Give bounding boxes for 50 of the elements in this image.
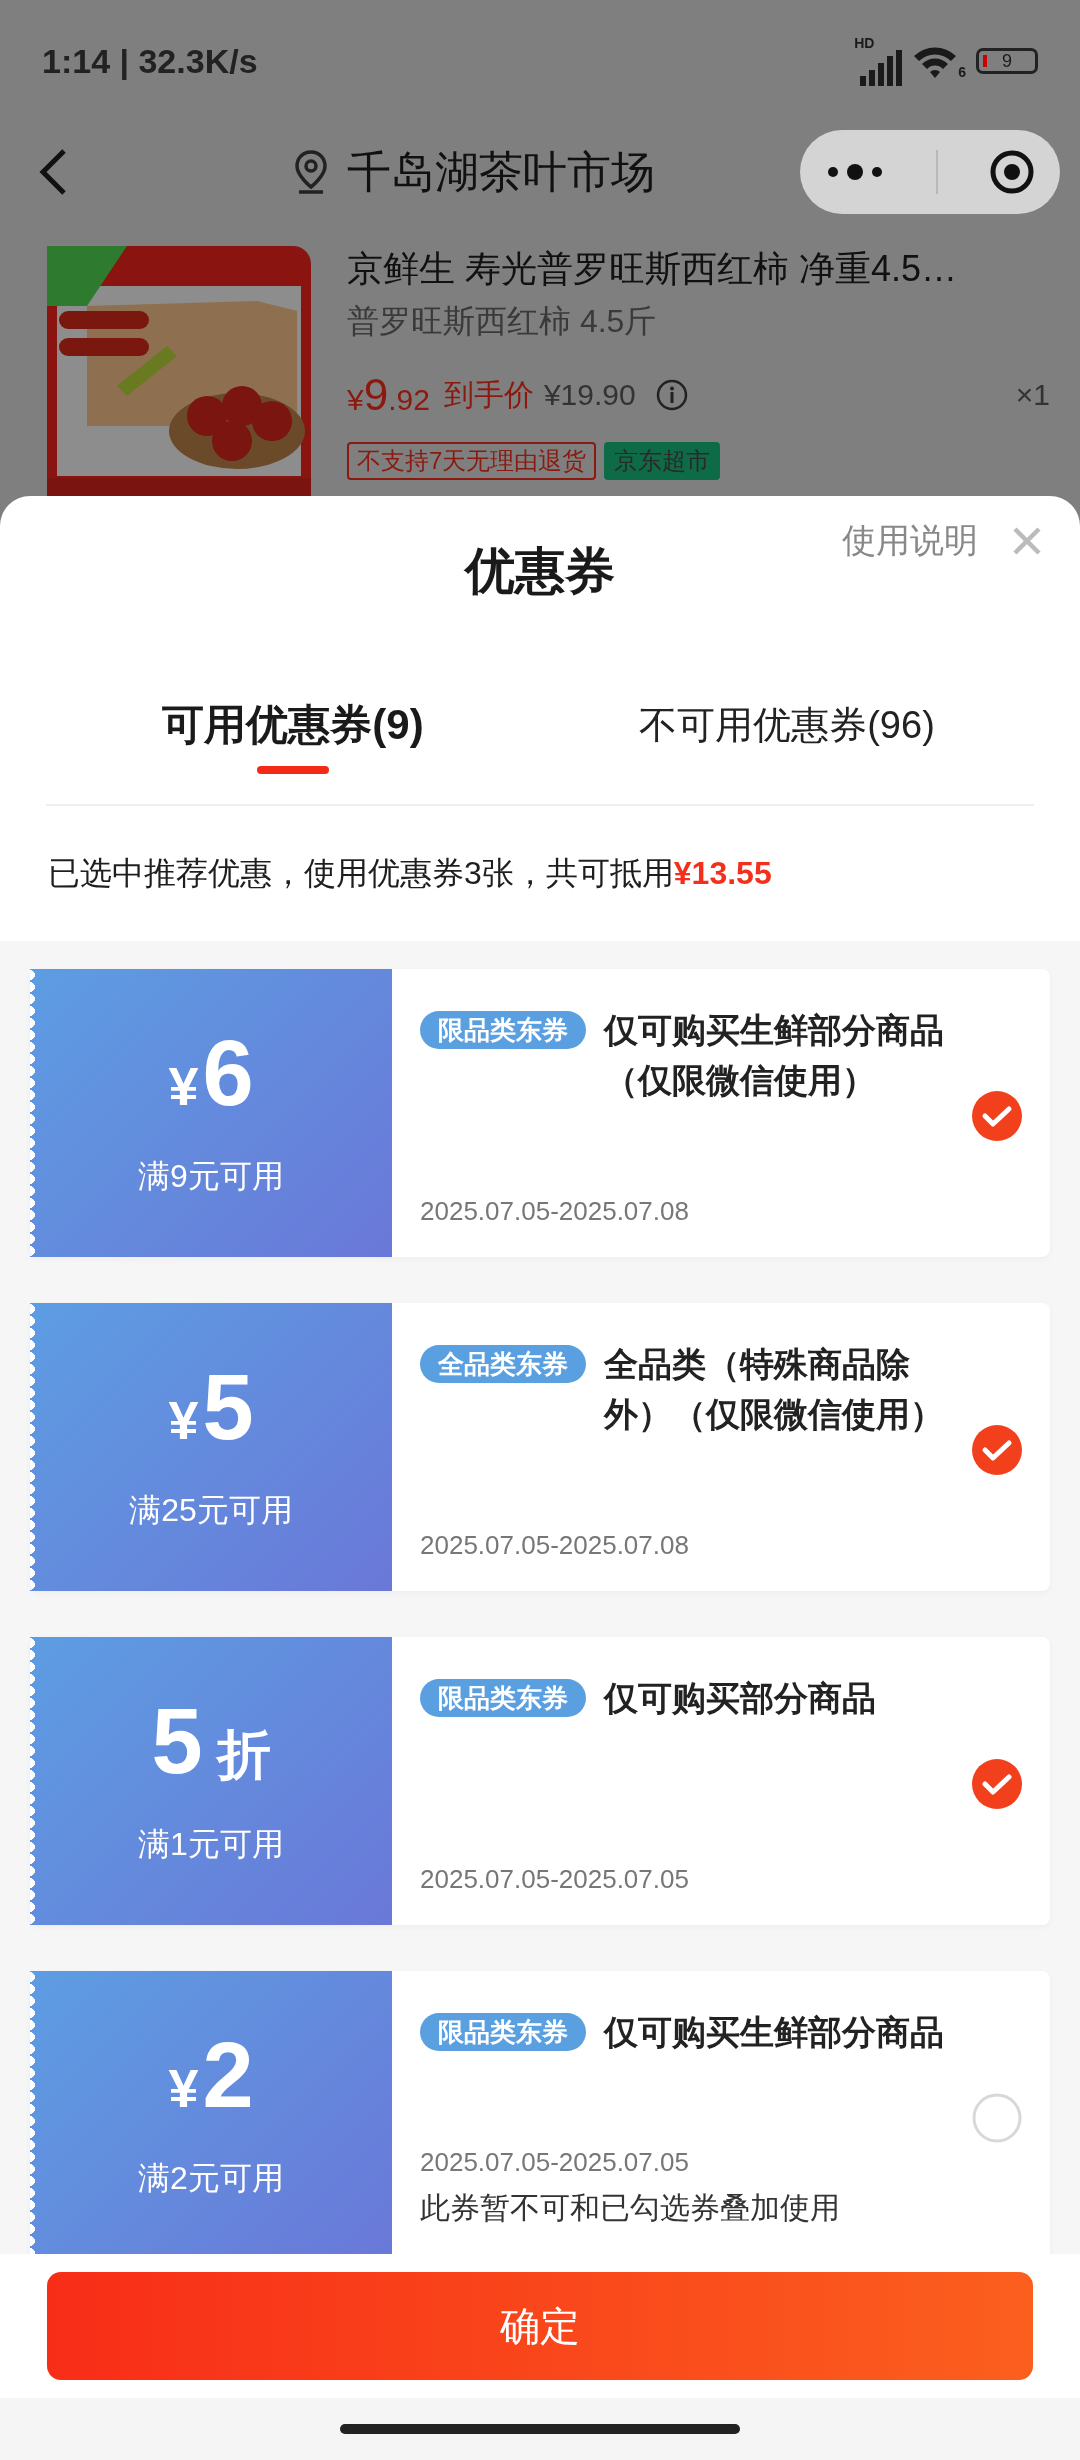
coupon-card[interactable]: ¥5 满25元可用 全品类东券 全品类（特殊商品除外）（仅限微信使用） 2025.07.05-2025.07.08 [30,1303,1050,1591]
coupon-date: 2025.07.05-2025.07.05 [420,2147,690,2178]
coupon-card[interactable]: 5 折 满1元可用 限品类东券 仅可购买部分商品 2025.07.05-2025.07.05 [30,1637,1050,1925]
status-time: 1:14 | 32.3K/s [42,41,258,81]
target-icon[interactable] [988,149,1035,195]
info-icon[interactable] [655,379,688,411]
tab[interactable]: 可用优惠券(9) [46,646,540,804]
checkbox[interactable] [972,1759,1022,1809]
coupon-amount: ¥2 [168,2029,254,2121]
checkbox[interactable] [972,2093,1022,2143]
confirm-button[interactable]: 确定 [47,2272,1033,2380]
coupon-note: 此券暂不可和已勾选券叠加使用 [420,2190,841,2226]
back-icon[interactable] [38,148,68,196]
coupon-amount: 5 折 [151,1695,271,1787]
location-pin-icon [293,149,329,195]
coupon-card[interactable]: ¥6 满9元可用 限品类东券 仅可购买生鲜部分商品（仅限微信使用） 2025.07.05-2025.07.08 [30,969,1050,1257]
coupon-condition: 满1元可用 [138,1825,284,1864]
coupon-tag: 全品类东券 [420,1345,586,1383]
tab[interactable]: 不可用优惠券(96) [540,646,1034,804]
coupon-amount: ¥5 [168,1361,254,1453]
coupon-tag: 限品类东券 [420,2013,586,2051]
coupon-card[interactable]: ¥2 满2元可用 限品类东券 仅可购买生鲜部分商品 2025.07.05-2025.07.05 此券暂不可和已勾选券叠加使用 [30,1971,1050,2254]
coupon-date: 2025.07.05-2025.07.08 [420,1530,690,1561]
price-label: 到手价 [443,376,534,413]
sheet-title: 优惠券 [465,541,615,601]
original-price: ¥19.90 [543,378,636,412]
coupon-tag: 限品类东券 [420,1679,586,1717]
coupon-title: 仅可购买生鲜部分商品 [604,2012,945,2053]
coupon-condition: 满2元可用 [138,2159,284,2198]
coupon-title: 全品类（特殊商品除外）（仅限微信使用） [604,1344,945,1435]
product-tag: 京东超市 [604,442,721,480]
coupon-title: 仅可购买生鲜部分商品（仅限微信使用） [604,1010,945,1101]
checkbox[interactable] [972,1425,1022,1475]
help-link[interactable]: 使用说明 [842,518,978,564]
product-title: 京鲜生 寿光普罗旺斯西红柿 净重4.5… [347,247,959,291]
coupon-amount: ¥6 [168,1027,254,1119]
coupon-condition: 满25元可用 [129,1491,293,1530]
coupon-title: 仅可购买部分商品 [604,1678,877,1719]
location-title: 千岛湖茶叶市场 [347,145,655,198]
product-spec: 普罗旺斯西红柿 4.5斤 [347,302,658,341]
coupon-summary: 已选中推荐优惠，使用优惠券3张，共可抵用¥13.55 [47,853,773,893]
battery-icon: 9 [976,48,1038,74]
quantity: ×1 [1015,378,1050,412]
checkbox[interactable] [972,1091,1022,1141]
coupon-date: 2025.07.05-2025.07.05 [420,1864,690,1895]
final-price: ¥9.92 [347,370,430,420]
coupon-tag: 限品类东券 [420,1011,586,1049]
product-tag: 不支持7天无理由退货 [347,442,597,480]
coupon-date: 2025.07.05-2025.07.08 [420,1196,690,1227]
coupon-condition: 满9元可用 [138,1157,284,1196]
